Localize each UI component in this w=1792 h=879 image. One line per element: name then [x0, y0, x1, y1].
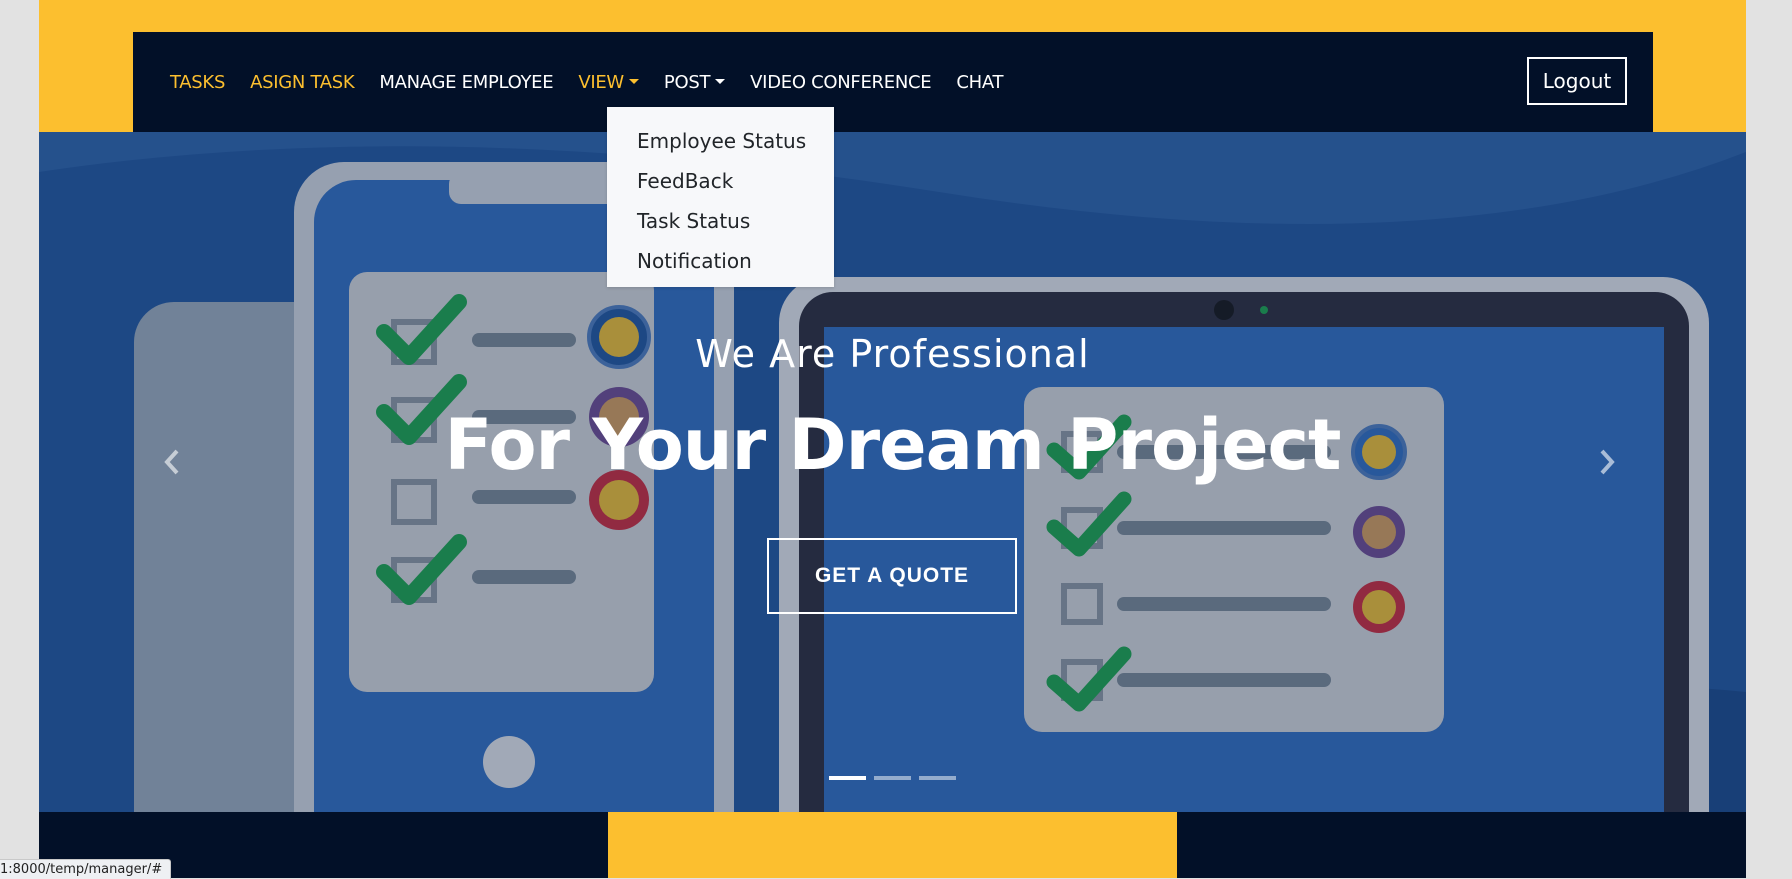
nav-link-chat[interactable]: CHAT	[956, 72, 1003, 93]
carousel-indicator-2[interactable]	[874, 776, 911, 780]
nav-link-post-label: POST	[663, 71, 711, 93]
carousel-indicator-1[interactable]	[829, 776, 866, 780]
nav-link-view[interactable]: VIEW	[578, 72, 639, 93]
nav-link-manage-employee[interactable]: MANAGE EMPLOYEE	[379, 72, 553, 93]
nav-link-video-conference[interactable]: VIDEO CONFERENCE	[750, 72, 931, 93]
carousel-next-glyph	[1600, 449, 1615, 475]
dropdown-item-notification[interactable]: Notification	[607, 241, 834, 281]
dropdown-item-feedback[interactable]: FeedBack	[607, 161, 834, 201]
nav-links: TASKS ASIGN TASK MANAGE EMPLOYEE VIEW PO…	[170, 32, 1003, 132]
hero-title: For Your Dream Project	[444, 404, 1341, 486]
caret-down-icon	[715, 78, 726, 84]
carousel-indicators	[829, 776, 956, 780]
caret-down-icon	[628, 78, 639, 84]
carousel-indicator-3[interactable]	[919, 776, 956, 780]
chevron-left-icon[interactable]	[157, 442, 187, 482]
top-navbar: TASKS ASIGN TASK MANAGE EMPLOYEE VIEW PO…	[133, 32, 1653, 132]
chevron-right-icon[interactable]	[1592, 442, 1622, 482]
nav-link-tasks[interactable]: TASKS	[170, 72, 225, 93]
hero-subtitle: We Are Professional	[695, 332, 1090, 376]
dropdown-item-employee-status[interactable]: Employee Status	[607, 121, 834, 161]
dropdown-item-task-status[interactable]: Task Status	[607, 201, 834, 241]
carousel-prev-glyph	[164, 449, 179, 475]
browser-status-url: 1:8000/temp/manager/#	[0, 859, 172, 879]
get-a-quote-button[interactable]: GET A QUOTE	[767, 538, 1017, 614]
hero-carousel: We Are Professional For Your Dream Proje…	[39, 132, 1746, 812]
logout-button[interactable]: Logout	[1527, 57, 1627, 105]
nav-link-view-label: VIEW	[578, 71, 624, 93]
nav-link-post[interactable]: POST	[663, 71, 726, 93]
bottom-feature-box	[608, 812, 1177, 878]
page: TASKS ASIGN TASK MANAGE EMPLOYEE VIEW PO…	[39, 0, 1746, 878]
view-dropdown-menu: Employee Status FeedBack Task Status Not…	[607, 107, 834, 287]
nav-link-asign-task[interactable]: ASIGN TASK	[250, 72, 355, 93]
bottom-section	[39, 812, 1746, 878]
